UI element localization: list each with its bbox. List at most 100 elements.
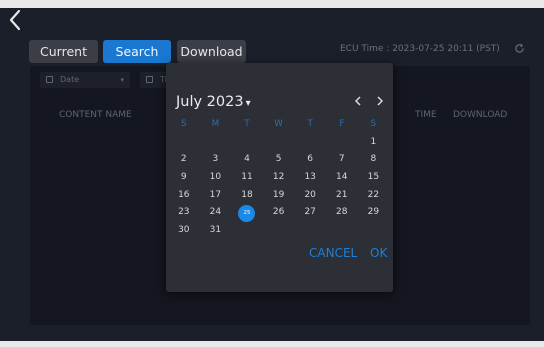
- calendar-icon: [46, 76, 53, 83]
- date-filter-label: Date: [60, 75, 80, 84]
- day-number: 5: [275, 154, 282, 165]
- month-year-selector[interactable]: July 2023 ▾: [176, 94, 251, 110]
- day-cell[interactable]: 5: [263, 151, 295, 169]
- chevron-left-icon[interactable]: [352, 93, 364, 109]
- day-cell[interactable]: 1: [358, 134, 390, 152]
- day-number: 11: [241, 172, 253, 183]
- day-number: 10: [209, 172, 222, 183]
- month-year-label: July 2023: [176, 94, 244, 110]
- day-number: 24: [209, 207, 222, 218]
- chevron-right-icon[interactable]: [374, 93, 386, 109]
- day-number: 26: [272, 207, 285, 218]
- day-number: 7: [338, 154, 345, 165]
- date-picker-dialog: July 2023 ▾ S M T W T F S 1 2 3 4 5 6 7 8 9 10 11 12 13 14 15 1…: [166, 63, 393, 292]
- day-number: 14: [336, 172, 348, 183]
- day-cell[interactable]: 30: [168, 222, 200, 240]
- day-number: 31: [209, 225, 222, 236]
- day-cell[interactable]: 20: [294, 187, 326, 205]
- search-button[interactable]: Search: [103, 40, 171, 63]
- chevron-left-icon[interactable]: [6, 8, 24, 32]
- day-cell[interactable]: 29: [358, 204, 390, 222]
- day-number: 17: [209, 189, 222, 200]
- day-cell[interactable]: 15: [358, 169, 390, 187]
- calendar-icon: [146, 76, 153, 83]
- day-number: 29: [367, 207, 380, 218]
- current-button[interactable]: Current: [29, 40, 98, 63]
- ecu-time-label: ECU Time : 2023-07-25 20:11 (PST): [340, 44, 500, 54]
- day-blank: [263, 134, 295, 152]
- day-number: 20: [304, 189, 316, 200]
- day-cell[interactable]: 26: [263, 204, 295, 222]
- day-number: 6: [307, 154, 314, 165]
- day-cell[interactable]: 13: [294, 169, 326, 187]
- day-number: 9: [180, 172, 187, 183]
- day-number: 23: [178, 207, 190, 218]
- day-number: 22: [367, 189, 380, 200]
- day-cell[interactable]: 24: [200, 204, 232, 222]
- weekday-header: S: [181, 119, 187, 129]
- day-cell[interactable]: 27: [294, 204, 326, 222]
- day-blank: [294, 134, 326, 152]
- day-number: 15: [367, 172, 380, 183]
- date-filter[interactable]: Date ▾: [40, 72, 130, 88]
- day-cell[interactable]: 12: [263, 169, 295, 187]
- cancel-button[interactable]: CANCEL: [309, 246, 357, 260]
- weekday-header: T: [307, 119, 313, 129]
- day-cell[interactable]: 31: [200, 222, 232, 240]
- day-cell[interactable]: 21: [326, 187, 358, 205]
- day-cell[interactable]: 11: [231, 169, 263, 187]
- day-cell[interactable]: 14: [326, 169, 358, 187]
- day-cell[interactable]: 19: [263, 187, 295, 205]
- day-cell[interactable]: 17: [200, 187, 232, 205]
- day-number: 13: [304, 172, 316, 183]
- day-number: 27: [304, 207, 316, 218]
- column-header-content-name: CONTENT NAME: [59, 110, 132, 120]
- day-cell-selected[interactable]: 25: [231, 204, 263, 223]
- chevron-down-icon: ▾: [120, 76, 124, 84]
- day-blank: [326, 134, 358, 152]
- day-number: 25: [238, 205, 256, 223]
- day-number: 19: [272, 189, 285, 200]
- day-number: 18: [241, 189, 253, 200]
- day-number: 16: [178, 189, 190, 200]
- day-cell[interactable]: 6: [294, 151, 326, 169]
- day-cell[interactable]: 28: [326, 204, 358, 222]
- caret-down-icon: ▾: [245, 98, 251, 109]
- window-frame-top: [0, 0, 544, 8]
- day-cell[interactable]: 16: [168, 187, 200, 205]
- window-frame-bottom: [0, 341, 544, 347]
- day-number: 28: [336, 207, 348, 218]
- day-cell[interactable]: 2: [168, 151, 200, 169]
- day-cell[interactable]: 3: [200, 151, 232, 169]
- day-cell[interactable]: 18: [231, 187, 263, 205]
- day-number: 2: [180, 154, 187, 165]
- refresh-icon[interactable]: [514, 43, 525, 54]
- column-header-download: DOWNLOAD: [453, 110, 508, 120]
- day-number: 21: [336, 189, 348, 200]
- day-cell[interactable]: 9: [168, 169, 200, 187]
- day-number: 8: [370, 154, 377, 165]
- day-cell[interactable]: 10: [200, 169, 232, 187]
- day-cell[interactable]: 7: [326, 151, 358, 169]
- day-blank: [200, 134, 232, 152]
- day-number: 12: [272, 172, 285, 183]
- day-number: 4: [244, 154, 250, 165]
- weekday-header: F: [339, 119, 345, 129]
- calendar-grid: S M T W T F S 1 2 3 4 5 6 7 8 9 10 11 12 13 14 15 16 17 18 19 20 21…: [168, 116, 391, 240]
- ok-button[interactable]: OK: [370, 246, 387, 260]
- weekday-header: S: [370, 119, 377, 129]
- day-cell[interactable]: 4: [231, 151, 263, 169]
- weekday-header: T: [244, 119, 250, 129]
- weekday-header: W: [274, 119, 283, 129]
- day-cell[interactable]: 8: [358, 151, 390, 169]
- day-number: 1: [370, 136, 377, 147]
- column-header-time: TIME: [415, 110, 437, 120]
- day-blank: [231, 134, 263, 152]
- download-button[interactable]: Download: [177, 40, 246, 63]
- day-number: 30: [178, 225, 190, 236]
- day-number: 3: [212, 154, 219, 165]
- day-blank: [168, 134, 200, 152]
- day-cell[interactable]: 22: [358, 187, 390, 205]
- weekday-header: M: [211, 119, 220, 129]
- day-cell[interactable]: 23: [168, 204, 200, 222]
